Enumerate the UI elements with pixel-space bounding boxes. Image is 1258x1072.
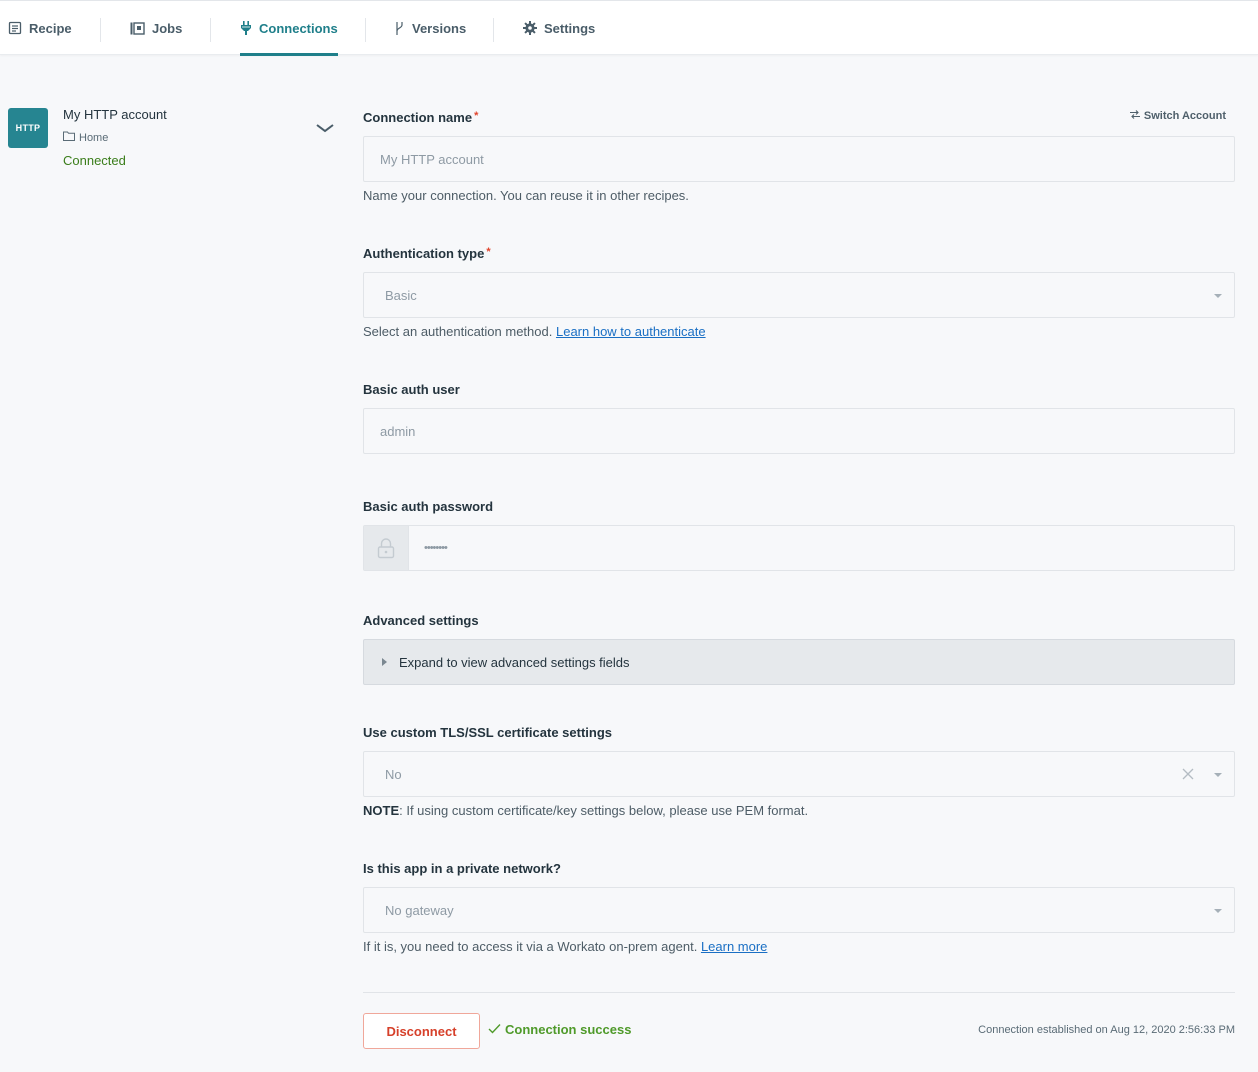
plug-icon (240, 21, 252, 35)
folder-name: Home (79, 131, 109, 144)
connection-name-label: Connection name * (363, 110, 478, 125)
folder-icon (63, 131, 75, 144)
tls-settings-value: No (385, 766, 402, 782)
tab-jobs[interactable]: Jobs (130, 1, 182, 55)
caret-down-icon (1214, 294, 1222, 298)
caret-right-icon (382, 658, 387, 666)
auth-type-label: Authentication type * (363, 246, 491, 261)
note-bold: NOTE (363, 803, 400, 818)
private-network-value: No gateway (385, 902, 454, 918)
swap-icon (1129, 110, 1140, 122)
caret-down-icon (1214, 909, 1222, 913)
tab-label: Settings (544, 20, 596, 36)
connection-name-placeholder: My HTTP account (380, 151, 484, 167)
advanced-settings-text: Expand to view advanced settings fields (399, 654, 630, 670)
tab-label: Jobs (152, 20, 183, 36)
tls-settings-label: Use custom TLS/SSL certificate settings (363, 725, 612, 740)
success-text: Connection success (505, 1022, 632, 1037)
tab-divider (100, 18, 101, 42)
tls-note: NOTE: If using custom certificate/key se… (363, 803, 808, 818)
private-network-select[interactable]: No gateway (363, 887, 1235, 933)
required-marker: * (474, 110, 479, 122)
basic-auth-user-value: admin (380, 423, 416, 439)
caret-down-icon (1214, 773, 1222, 777)
connection-status: Connected (63, 153, 126, 168)
footer-divider (363, 992, 1235, 993)
tab-recipe[interactable]: Recipe (8, 1, 72, 55)
auth-type-value: Basic (385, 287, 417, 303)
branch-icon (394, 21, 405, 36)
auth-type-hint: Select an authentication method. Learn h… (363, 324, 706, 339)
advanced-settings-toggle[interactable]: Expand to view advanced settings fields (363, 639, 1235, 685)
tab-divider (210, 18, 211, 42)
tab-connections[interactable]: Connections (240, 1, 338, 56)
note-text: : If using custom certificate/key settin… (399, 803, 809, 818)
lock-icon (364, 526, 409, 570)
tab-settings[interactable]: Settings (523, 1, 595, 55)
jobs-icon (130, 21, 145, 35)
switch-account-label: Switch Account (1143, 110, 1226, 122)
label-text: Connection name (363, 110, 473, 125)
private-network-label: Is this app in a private network? (363, 861, 561, 876)
hint-text: Select an authentication method. (363, 324, 553, 339)
tab-divider (365, 18, 366, 42)
tab-label: Connections (259, 20, 338, 36)
hint-text: If it is, you need to access it via a Wo… (363, 939, 698, 954)
connection-established-timestamp: Connection established on Aug 12, 2020 2… (978, 1024, 1235, 1036)
private-network-hint: If it is, you need to access it via a Wo… (363, 939, 767, 954)
auth-type-select[interactable]: Basic (363, 272, 1235, 318)
tls-settings-select[interactable]: No (363, 751, 1235, 797)
connection-name-hint: Name your connection. You can reuse it i… (363, 188, 689, 203)
learn-more-link[interactable]: Learn more (701, 939, 767, 954)
switch-account-button[interactable]: Switch Account (1129, 110, 1226, 122)
learn-authenticate-link[interactable]: Learn how to authenticate (556, 324, 706, 339)
gear-icon (523, 21, 537, 35)
account-folder: Home (63, 131, 108, 144)
connection-success-status: Connection success (488, 1022, 631, 1037)
tab-divider (493, 18, 494, 42)
clear-icon[interactable] (1182, 768, 1194, 780)
tab-label: Recipe (29, 20, 72, 36)
basic-auth-password-input[interactable]: •••••••• (363, 525, 1235, 571)
basic-auth-user-label: Basic auth user (363, 382, 460, 397)
tab-versions[interactable]: Versions (394, 1, 466, 55)
password-masked-value: •••••••• (424, 542, 448, 554)
label-text: Authentication type (363, 246, 485, 261)
advanced-settings-label: Advanced settings (363, 613, 479, 628)
top-nav: Recipe Jobs Connections Versions Setting… (0, 0, 1258, 56)
basic-auth-user-input[interactable]: admin (363, 408, 1235, 454)
connection-name-input[interactable]: My HTTP account (363, 136, 1235, 182)
account-name: My HTTP account (63, 107, 167, 122)
required-marker: * (486, 246, 491, 258)
checkmark-icon (488, 1022, 501, 1037)
recipe-icon (8, 21, 22, 35)
chevron-down-icon[interactable] (314, 120, 336, 136)
basic-auth-password-label: Basic auth password (363, 499, 494, 514)
disconnect-button[interactable]: Disconnect (363, 1013, 480, 1049)
http-app-logo: HTTP (8, 108, 48, 148)
tab-label: Versions (412, 20, 467, 36)
